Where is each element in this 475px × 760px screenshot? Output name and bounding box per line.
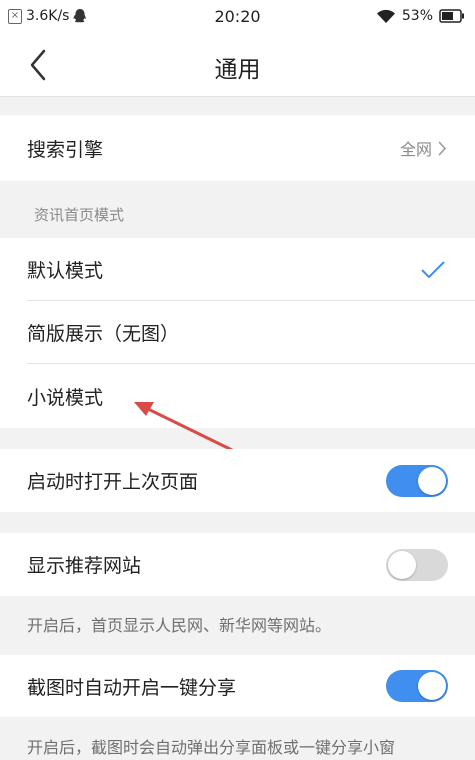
recommended-sites-toggle[interactable]	[386, 548, 448, 581]
battery-percent: 53%	[401, 8, 433, 24]
nav-bar: 通用	[0, 34, 475, 97]
home-mode-header-text: 资讯首页模式	[34, 206, 125, 224]
screenshot-share-label: 截图时自动开启一键分享	[27, 676, 237, 699]
screenshot-share-row: 截图时自动开启一键分享	[0, 655, 475, 717]
recommended-sites-note-text: 开启后，首页显示人民网、新华网等网站。	[27, 616, 332, 635]
search-engine-current: 全网	[399, 140, 432, 159]
restore-last-page-row: 启动时打开上次页面	[0, 449, 475, 512]
home-mode-option-default[interactable]: 默认模式	[0, 238, 475, 301]
screenshot-share-toggle[interactable]	[386, 670, 448, 702]
battery-icon	[439, 9, 464, 23]
option-label: 小说模式	[27, 386, 104, 409]
restore-last-page-toggle[interactable]	[386, 464, 448, 497]
home-mode-option-lite[interactable]: 简版展示（无图）	[0, 301, 475, 364]
wifi-icon	[376, 9, 395, 23]
status-bar: × 3.6K/s 20:20 53%	[0, 0, 475, 34]
recommended-sites-label: 显示推荐网站	[27, 555, 142, 577]
option-label: 简版展示（无图）	[27, 323, 180, 345]
toggle-knob	[418, 672, 446, 700]
toggle-knob	[388, 550, 416, 579]
chevron-right-icon	[438, 141, 447, 155]
search-engine-row[interactable]: 搜索引擎 全网	[0, 115, 475, 181]
option-label: 默认模式	[27, 260, 104, 282]
status-right: 53%	[376, 8, 465, 24]
recommended-sites-row: 显示推荐网站	[0, 533, 475, 596]
restore-last-page-label: 启动时打开上次页面	[27, 471, 199, 493]
search-engine-value: 全网	[400, 136, 447, 160]
screenshot-share-note-text: 开启后，截图时会自动弹出分享面板或一键分享小窗	[27, 738, 396, 757]
page-title: 通用	[214, 57, 261, 83]
checkmark-icon	[421, 261, 445, 278]
home-mode-option-novel[interactable]: 小说模式	[0, 364, 475, 428]
search-engine-label: 搜索引擎	[27, 138, 104, 161]
toggle-knob	[418, 466, 446, 495]
